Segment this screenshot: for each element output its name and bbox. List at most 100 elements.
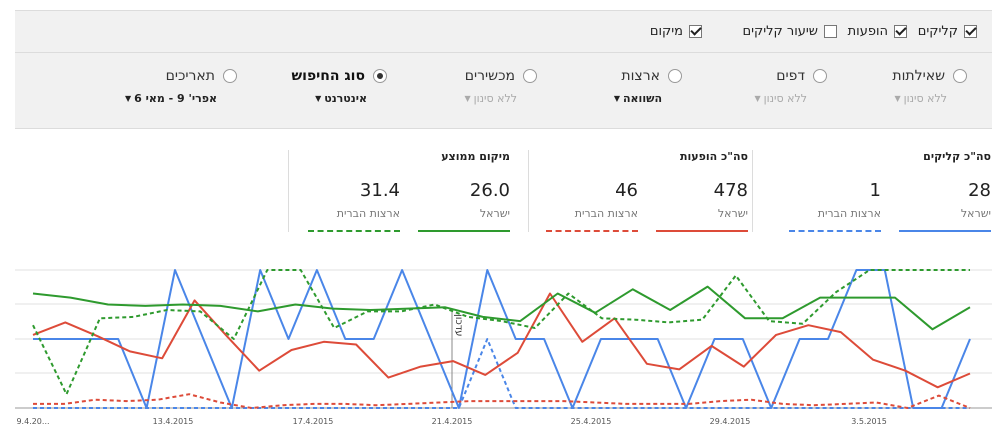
dimension-dates: תאריכים אפרי' 9 - מאי 6 ▼ (125, 68, 237, 105)
radio-button[interactable] (523, 69, 537, 83)
metric-checkbox-label: הופעות (847, 24, 888, 39)
x-tick-label: 17.4.2015 (293, 417, 334, 426)
position-title: מיקום ממוצע (441, 150, 510, 163)
dimension-label: מכשירים (464, 68, 515, 84)
dimension-filter-value: אינטרנט (324, 92, 367, 105)
clicks-us-cell[interactable]: 1 ארצות הברית (789, 180, 881, 232)
x-tick-label: 29.4.2015 (710, 417, 751, 426)
clicks-title: סה"כ קליקים (923, 150, 991, 163)
dimension-radio-queries[interactable]: שאילתות (892, 68, 967, 84)
summary-divider (752, 150, 753, 232)
caret-down-icon: ▼ (754, 94, 761, 103)
caret-down-icon: ▼ (464, 94, 471, 103)
radio-button[interactable] (223, 69, 237, 83)
dimension-radio-search-type[interactable]: סוג החיפוש (292, 68, 387, 84)
checkbox-position[interactable] (689, 25, 702, 38)
position-us-legend-line (308, 230, 400, 232)
dimension-filter-value: אפרי' 9 - מאי 6 (134, 92, 217, 105)
summary-divider (528, 150, 529, 232)
clicks-us-legend-line (789, 230, 881, 232)
clicks-summary: סה"כ קליקים 28 ישראל 1 ארצות הברית (761, 150, 991, 232)
position-israel-label: ישראל (479, 207, 510, 220)
metric-checkbox-label: קליקים (917, 24, 958, 39)
position-us-cell[interactable]: 31.4 ארצות הברית (308, 180, 400, 232)
series-line-impressions-us (33, 393, 971, 409)
metric-checkbox-impressions[interactable]: הופעות (848, 24, 907, 39)
x-tick-label: 3.5.2015 (851, 417, 887, 426)
dimension-label: שאילתות (892, 68, 945, 84)
filter-panel: קליקים הופעות שיעור קליקים מיקום שאילתות ללא… (15, 10, 992, 129)
x-tick-label: 9.4.20... (16, 417, 49, 426)
caret-down-icon: ▼ (315, 94, 322, 103)
dimension-devices: מכשירים ללא סינון ▼ (464, 68, 537, 105)
dimension-filter-dropdown-queries[interactable]: ללא סינון ▼ (892, 92, 967, 105)
impressions-us-label: ארצות הברית (574, 207, 638, 220)
impressions-israel-label: ישראל (717, 207, 748, 220)
clicks-israel-label: ישראל (960, 207, 991, 220)
dimension-radio-countries[interactable]: ארצות (614, 68, 682, 84)
dimension-filter-dropdown-dates[interactable]: אפרי' 9 - מאי 6 ▼ (125, 92, 237, 105)
impressions-israel-cell[interactable]: 478 ישראל (656, 180, 748, 232)
impressions-israel-value: 478 (713, 180, 748, 201)
dimension-label: ארצות (621, 68, 660, 84)
dimension-radio-dates[interactable]: תאריכים (125, 68, 237, 84)
dimension-filter-value: ללא סינון (903, 92, 947, 105)
dimension-search-type: סוג החיפוש אינטרנט ▼ (292, 68, 387, 105)
dimension-filter-dropdown-countries[interactable]: השוואה ▼ (614, 92, 682, 105)
clicks-us-label: ארצות הברית (817, 207, 881, 220)
clicks-israel-value: 28 (968, 180, 991, 201)
impressions-us-cell[interactable]: 46 ארצות הברית (546, 180, 638, 232)
impressions-israel-legend-line (656, 230, 748, 232)
caret-down-icon: ▼ (613, 94, 620, 103)
dimension-filter-dropdown-pages[interactable]: ללא סינון ▼ (754, 92, 827, 105)
x-tick-label: 21.4.2015 (432, 417, 473, 426)
series-line-position-israel (32, 285, 971, 331)
metric-checkboxes: קליקים הופעות שיעור קליקים מיקום (15, 11, 992, 53)
clicks-us-value: 1 (869, 180, 881, 201)
position-israel-cell[interactable]: 26.0 ישראל (418, 180, 510, 232)
radio-button[interactable] (813, 69, 827, 83)
x-tick-label: 25.4.2015 (571, 417, 612, 426)
dimension-pages: דפים ללא סינון ▼ (754, 68, 827, 105)
radio-button[interactable] (953, 69, 967, 83)
impressions-title: סה"כ הופעות (679, 150, 748, 163)
radio-button[interactable] (373, 69, 387, 83)
dimension-label: דפים (776, 68, 805, 84)
dimension-radio-devices[interactable]: מכשירים (464, 68, 537, 84)
caret-down-icon: ▼ (124, 94, 132, 103)
dimension-label: תאריכים (165, 68, 215, 84)
caret-down-icon: ▼ (894, 94, 901, 103)
metric-checkbox-clicks[interactable]: קליקים (918, 24, 977, 39)
dimension-filter-value: ללא סינון (763, 92, 807, 105)
position-summary: מיקום ממוצע 26.0 ישראל 31.4 ארצות הברית (300, 150, 510, 232)
checkbox-impressions[interactable] (894, 25, 907, 38)
position-israel-value: 26.0 (469, 180, 510, 201)
dimension-label: סוג החיפוש (291, 68, 365, 84)
impressions-us-legend-line (546, 230, 638, 232)
metric-checkbox-ctr[interactable]: שיעור קליקים (742, 24, 837, 39)
dimension-filter-dropdown-search-type[interactable]: אינטרנט ▼ (292, 92, 387, 105)
checkbox-ctr[interactable] (824, 25, 837, 38)
x-tick-label: 13.4.2015 (153, 417, 194, 426)
metric-checkbox-position[interactable]: מיקום (650, 24, 702, 39)
checkbox-clicks[interactable] (964, 25, 977, 38)
dimension-filter-dropdown-devices[interactable]: ללא סינון ▼ (464, 92, 537, 105)
clicks-israel-cell[interactable]: 28 ישראל (899, 180, 991, 232)
position-israel-legend-line (418, 230, 510, 232)
position-us-value: 31.4 (359, 180, 400, 201)
position-us-label: ארצות הברית (336, 207, 400, 220)
clicks-israel-legend-line (899, 230, 991, 232)
dimension-queries: שאילתות ללא סינון ▼ (892, 68, 967, 105)
metric-checkbox-label: מיקום (649, 24, 683, 39)
dimension-radio-pages[interactable]: דפים (754, 68, 827, 84)
dimension-filter-value: ללא סינון (473, 92, 517, 105)
dimension-countries: ארצות השוואה ▼ (614, 68, 682, 105)
summary-divider (288, 150, 289, 232)
metric-checkbox-label: שיעור קליקים (742, 24, 818, 39)
impressions-summary: סה"כ הופעות 478 ישראל 46 ארצות הברית (540, 150, 748, 232)
performance-chart: 9.4.20... 13.4.2015 17.4.2015 21.4.2015 25.4… (15, 269, 992, 426)
annotation-label: עדכון (453, 314, 464, 336)
impressions-us-value: 46 (615, 180, 638, 201)
dimension-filter-value: השוואה (622, 92, 662, 105)
radio-button[interactable] (668, 69, 682, 83)
